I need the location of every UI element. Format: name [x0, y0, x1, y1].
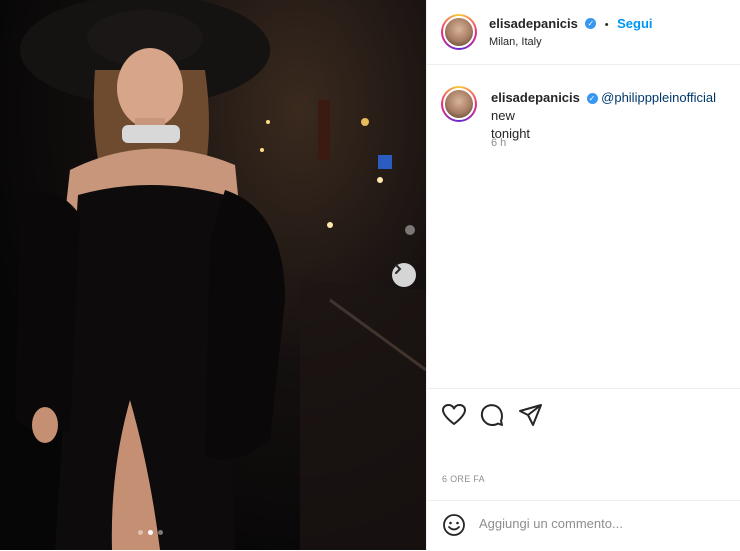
carousel-dot — [158, 530, 163, 535]
paper-plane-icon — [519, 404, 542, 426]
caption-username[interactable]: elisadepanicis — [491, 90, 580, 105]
follow-button[interactable]: Segui — [617, 16, 652, 31]
post-header: elisadepanicis ✓ • Segui Milan, Italy — [427, 0, 740, 65]
comment-icon — [480, 404, 503, 426]
next-photo-button[interactable] — [392, 263, 416, 287]
comment-input[interactable]: Aggiungi un commento... — [479, 516, 623, 531]
comment-button[interactable] — [479, 402, 505, 428]
post-photo[interactable] — [0, 0, 426, 550]
emoji-button[interactable] — [442, 513, 468, 539]
carousel-indicator — [138, 530, 163, 535]
verified-badge-icon: ✓ — [585, 18, 597, 30]
post-caption: elisadepanicis ✓ @philipppleinofficial n… — [491, 89, 740, 143]
photo-illustration — [15, 0, 426, 550]
author-avatar[interactable] — [441, 14, 477, 50]
smiley-icon — [443, 514, 465, 536]
author-username[interactable]: elisadepanicis — [489, 16, 578, 31]
chevron-right-icon — [395, 264, 402, 274]
like-button[interactable] — [441, 402, 467, 428]
comment-bar: Aggiungi un commento... — [427, 500, 740, 551]
carousel-dot-active — [148, 530, 153, 535]
verified-badge-icon: ✓ — [586, 93, 598, 105]
caption-time: 6 h — [491, 137, 507, 149]
carousel-dot — [138, 530, 143, 535]
post-location[interactable]: Milan, Italy — [489, 36, 542, 48]
caption-author-avatar[interactable] — [441, 86, 477, 122]
post-date[interactable]: 6 ORE FA — [442, 474, 485, 484]
separator-dot: • — [604, 19, 609, 31]
share-button[interactable] — [518, 402, 544, 428]
post-side-panel: elisadepanicis ✓ • Segui Milan, Italy el… — [426, 0, 740, 550]
caption-mention[interactable]: @philipppleinofficial — [601, 90, 716, 105]
post-actions — [427, 388, 740, 501]
caption-text: new — [491, 108, 515, 123]
heart-icon — [442, 404, 466, 425]
